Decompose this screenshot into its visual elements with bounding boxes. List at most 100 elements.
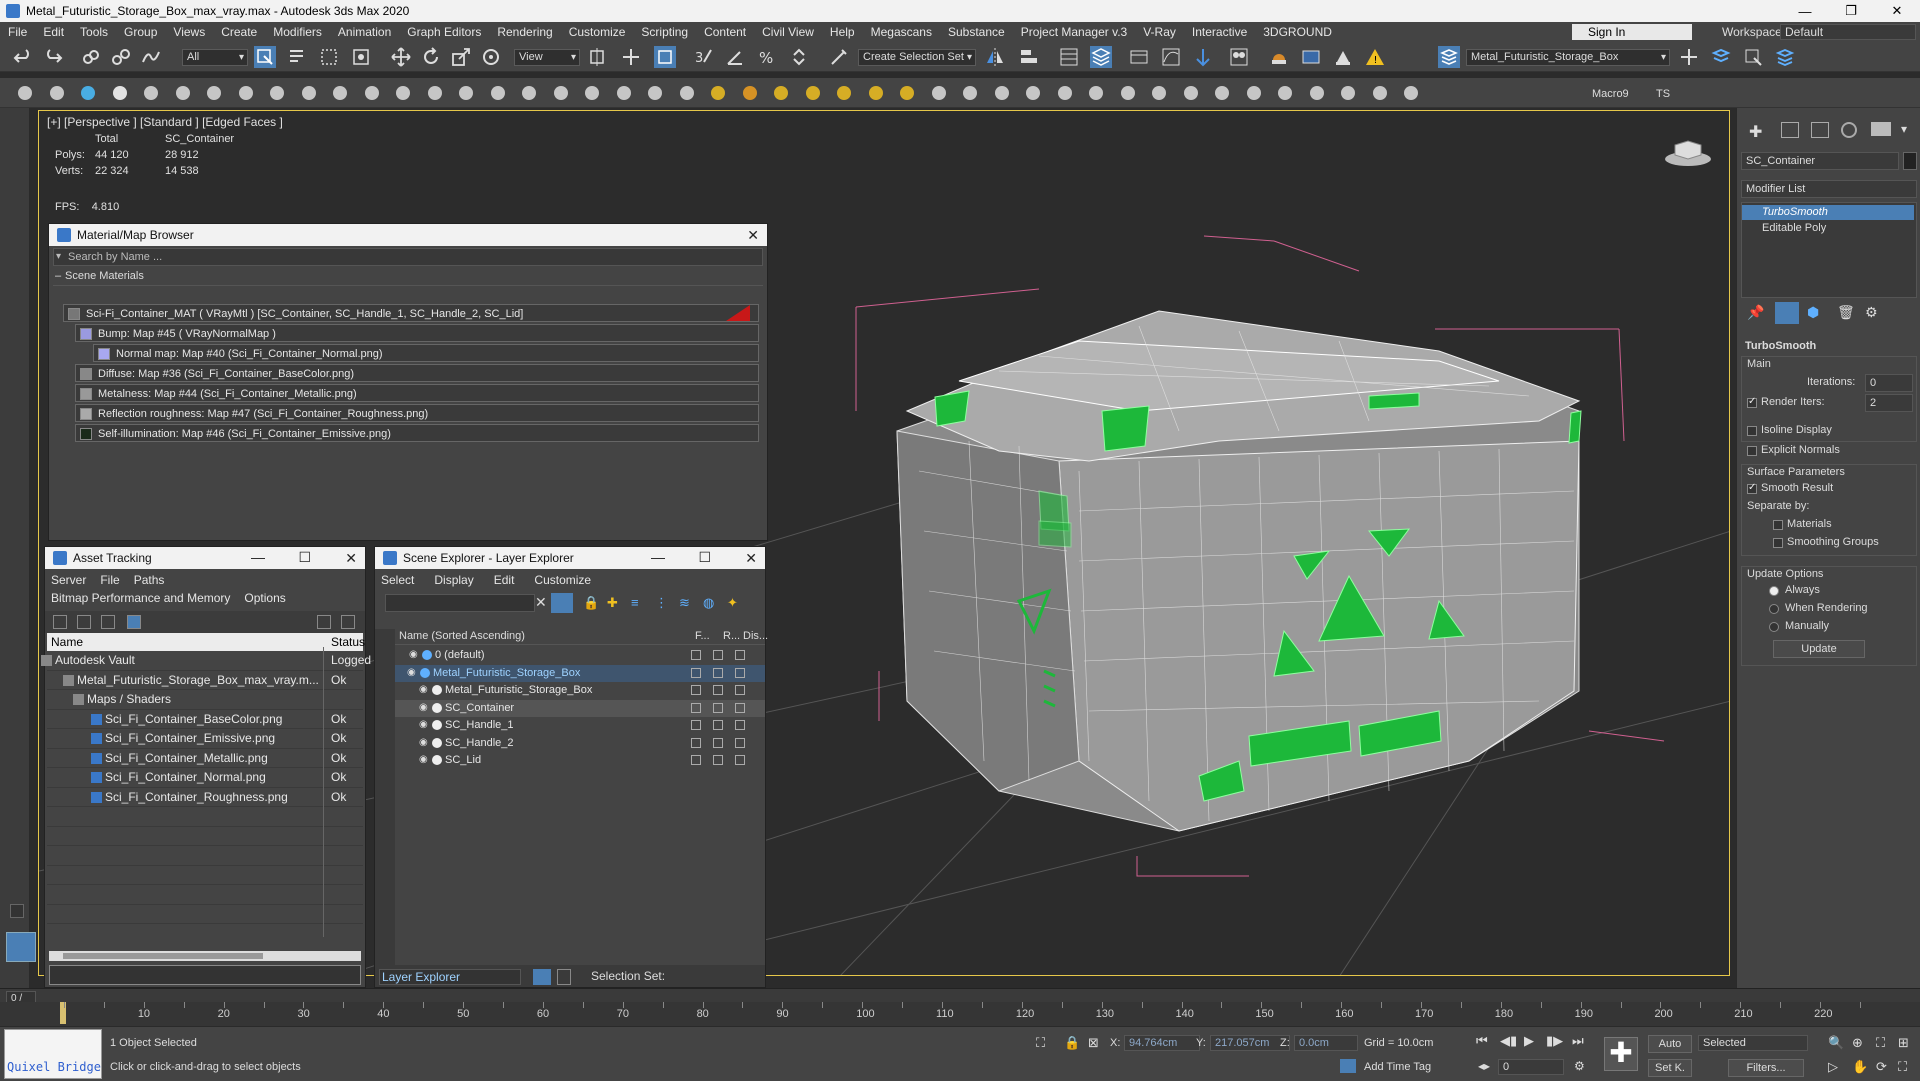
display-tab-icon[interactable]: [1871, 122, 1891, 136]
menu-megascans[interactable]: Megascans: [863, 25, 940, 39]
absolute-mode-icon[interactable]: ⊠: [1088, 1035, 1099, 1051]
render-icon[interactable]: [676, 82, 698, 104]
add-time-tag-button[interactable]: Add Time Tag: [1364, 1061, 1431, 1073]
view-list-icon[interactable]: [53, 615, 67, 629]
view-grid-icon[interactable]: [127, 615, 141, 629]
menu-modifiers[interactable]: Modifiers: [265, 25, 330, 39]
menu-edit[interactable]: Edit: [35, 25, 72, 39]
curve-editor-icon[interactable]: [1160, 46, 1182, 68]
goto-start-icon[interactable]: ⏮: [1476, 1033, 1488, 1049]
vray-light-icon[interactable]: [707, 82, 729, 104]
named-selection-dropdown[interactable]: Create Selection Set: [858, 49, 976, 66]
redo-icon[interactable]: [42, 46, 64, 68]
x-coord-field[interactable]: 94.764cm: [1124, 1035, 1200, 1051]
particle-icon[interactable]: [46, 82, 68, 104]
remove-modifier-icon[interactable]: 🗑: [1837, 304, 1855, 321]
minimize-icon[interactable]: —: [651, 549, 665, 565]
set-current-layer-icon[interactable]: [1774, 46, 1796, 68]
keyboard-shortcut-icon[interactable]: [654, 46, 676, 68]
asset-row[interactable]: Sci_Fi_Container_Roughness.png Ok: [47, 788, 363, 807]
visibility-eye-icon[interactable]: ◉: [419, 755, 429, 765]
menu-3dground[interactable]: 3DGROUND: [1255, 25, 1340, 39]
close-icon[interactable]: ✕: [1874, 0, 1920, 22]
render-iters-spinner[interactable]: 2: [1865, 394, 1913, 412]
create-tab-icon[interactable]: ✚: [1749, 122, 1762, 142]
modifier-list-dropdown[interactable]: Modifier List: [1741, 180, 1917, 198]
update-when-rendering-radio[interactable]: [1769, 604, 1779, 614]
selection-filter-dropdown[interactable]: All: [182, 49, 248, 66]
ts-label[interactable]: TS: [1656, 88, 1670, 100]
hierarchy-tab-icon[interactable]: [1811, 122, 1829, 138]
map-row[interactable]: Metalness: Map #44 (Sci_Fi_Container_Met…: [75, 384, 759, 402]
asset-tracking-titlebar[interactable]: Asset Tracking — ☐ ✕: [45, 547, 365, 569]
viewport-layout-icon[interactable]: [6, 932, 36, 962]
percent-snap-icon[interactable]: %: [756, 46, 778, 68]
render-teapot-icon[interactable]: [713, 737, 723, 748]
asset-row[interactable]: Maps / Shaders: [47, 690, 363, 710]
vray-decal-icon[interactable]: [991, 82, 1013, 104]
text-icon[interactable]: [235, 82, 257, 104]
quixel-bridge-button[interactable]: Quixel Bridge: [4, 1029, 102, 1079]
update-button[interactable]: Update: [1773, 640, 1865, 658]
sun-icon[interactable]: [109, 82, 131, 104]
isolate-selection-icon[interactable]: ⛶: [1036, 1035, 1045, 1051]
pan-view-icon[interactable]: ✋: [1852, 1059, 1868, 1075]
menu-group[interactable]: Group: [116, 25, 165, 39]
menu-customize[interactable]: Customize: [561, 25, 634, 39]
utilities-tab-icon[interactable]: ▾: [1901, 122, 1907, 136]
freeze-icon[interactable]: [691, 650, 701, 660]
snaps-toggle-icon[interactable]: 3: [692, 46, 714, 68]
vray-fur-icon[interactable]: [896, 82, 918, 104]
rect-region-icon[interactable]: [318, 46, 340, 68]
render-teapot-icon[interactable]: [713, 650, 723, 660]
multimap-icon[interactable]: [1085, 82, 1107, 104]
modify-tab-icon[interactable]: [1781, 122, 1799, 138]
play-icon[interactable]: ▶: [1524, 1033, 1534, 1049]
workspace-select[interactable]: Default: [1780, 24, 1916, 40]
spline-icon[interactable]: [203, 82, 225, 104]
zoom-all-icon[interactable]: ⊕: [1852, 1035, 1863, 1051]
display-box-icon[interactable]: [735, 702, 745, 713]
help-icon[interactable]: [1400, 82, 1422, 104]
spinner-snap-icon[interactable]: [788, 46, 810, 68]
asset-menu-file[interactable]: File: [100, 571, 119, 589]
material-editor-icon[interactable]: [1228, 46, 1250, 68]
rendered-frame-window-icon[interactable]: [1300, 46, 1322, 68]
asset-row[interactable]: Sci_Fi_Container_Emissive.png Ok: [47, 729, 363, 749]
z-coord-field[interactable]: 0.0cm: [1294, 1035, 1358, 1051]
scene-explorer-toggle-icon[interactable]: [557, 969, 571, 985]
scene-menu-customize[interactable]: Customize: [534, 571, 591, 589]
key-filters-button[interactable]: Filters...: [1728, 1059, 1804, 1077]
current-frame-marker[interactable]: [60, 1002, 66, 1024]
scene-col-name[interactable]: Name (Sorted Ascending): [399, 630, 525, 642]
key-mode-icon[interactable]: ◂▸: [1478, 1059, 1490, 1073]
menu-rendering[interactable]: Rendering: [489, 25, 560, 39]
render-teapot-icon[interactable]: [713, 667, 723, 678]
track-bar[interactable]: 10 20 30 40 50 60 70 80 90 100 110 120 130 140 150 160 1…: [0, 1002, 1920, 1026]
map-row[interactable]: Reflection roughness: Map #47 (Sci_Fi_Co…: [75, 404, 759, 422]
minimize-icon[interactable]: —: [1782, 0, 1828, 22]
asset-menu-paths[interactable]: Paths: [134, 571, 165, 589]
stack-item-turbosmooth[interactable]: TurboSmooth: [1742, 205, 1914, 220]
scatter-icon[interactable]: [1306, 82, 1328, 104]
set-key-icon[interactable]: ✚: [1604, 1037, 1638, 1071]
align-icon[interactable]: [644, 82, 666, 104]
edit-named-selection-icon[interactable]: [828, 46, 850, 68]
asset-row[interactable]: Autodesk Vault Logged: [41, 651, 371, 671]
render-teapot-icon[interactable]: [713, 755, 723, 765]
asset-menu-bitmap[interactable]: Bitmap Performance and Memory: [51, 589, 230, 607]
toggle-ribbon-icon[interactable]: [1128, 46, 1150, 68]
macro-label[interactable]: Macro9: [1592, 88, 1629, 100]
explorer-type-dropdown[interactable]: Layer Explorer: [379, 969, 521, 985]
asset-menu-server[interactable]: Server: [51, 571, 86, 589]
materials-checkbox[interactable]: [1773, 520, 1783, 530]
vray-plane-icon[interactable]: [959, 82, 981, 104]
zoom-extents-icon[interactable]: ⛶: [1876, 1035, 1885, 1051]
render-teapot-icon[interactable]: [713, 685, 723, 695]
menu-content[interactable]: Content: [696, 25, 754, 39]
scene-col-freeze[interactable]: F...: [695, 630, 710, 642]
toggle-scene-explorer-icon[interactable]: [1058, 46, 1080, 68]
current-frame-field[interactable]: 0: [1498, 1059, 1564, 1075]
render-production-icon[interactable]: [1332, 46, 1354, 68]
clear-search-icon[interactable]: ✕: [535, 594, 547, 611]
